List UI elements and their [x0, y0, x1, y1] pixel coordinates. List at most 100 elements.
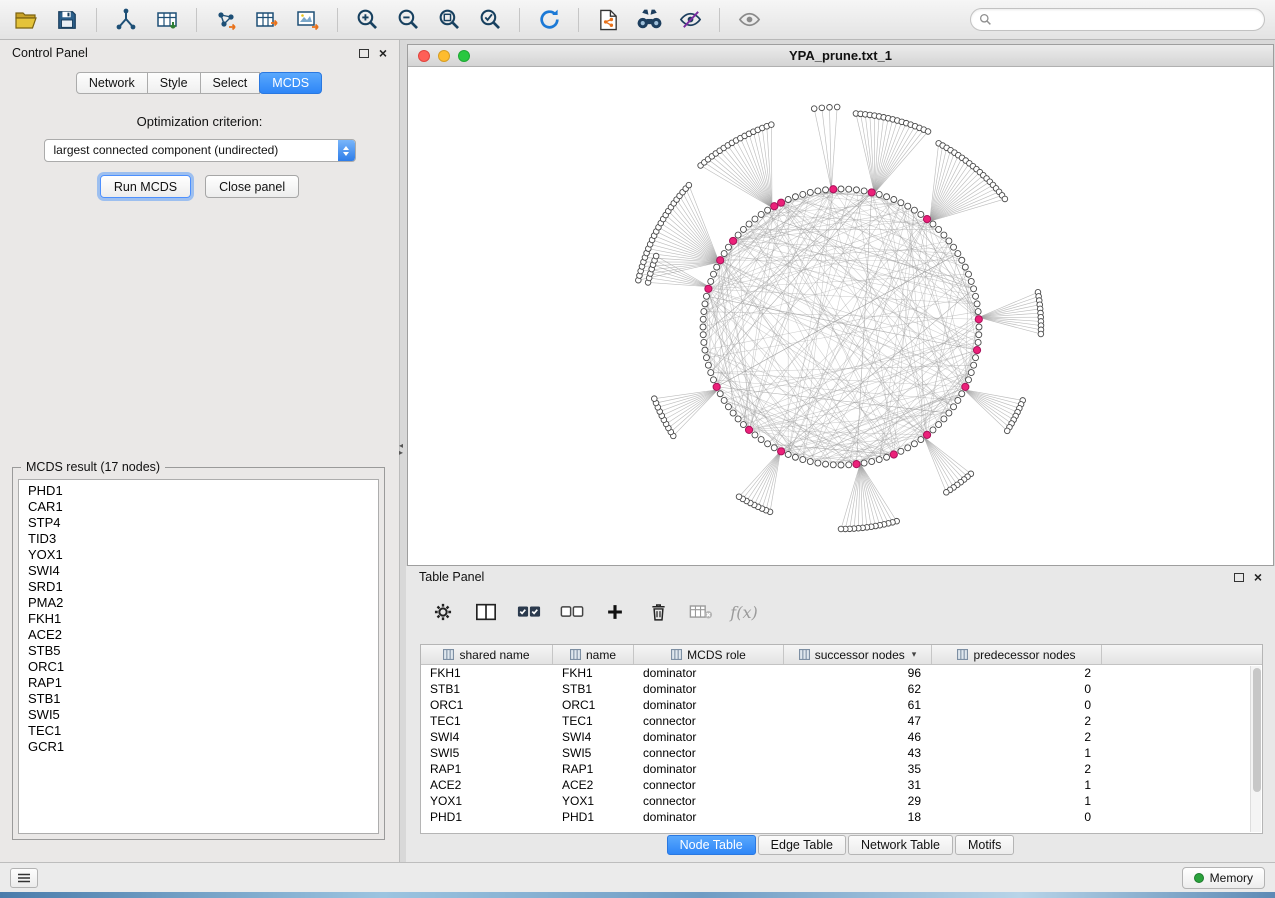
- refresh-view-button[interactable]: [533, 5, 565, 35]
- tab-style[interactable]: Style: [147, 72, 201, 94]
- table-settings-button[interactable]: [428, 597, 458, 627]
- table-cell: FKH1: [553, 665, 634, 681]
- mcds-result-item[interactable]: SRD1: [19, 579, 378, 595]
- zoom-out-button[interactable]: [392, 5, 424, 35]
- global-search-field[interactable]: [970, 8, 1265, 31]
- table-row[interactable]: PHD1PHD1dominator180: [421, 809, 1262, 825]
- table-row[interactable]: YOX1YOX1connector291: [421, 793, 1262, 809]
- network-graph[interactable]: [408, 67, 1273, 565]
- network-window-titlebar[interactable]: YPA_prune.txt_1: [408, 45, 1273, 67]
- create-column-button[interactable]: [600, 597, 630, 627]
- column-header-successor-nodes[interactable]: successor nodes ▾: [784, 645, 932, 664]
- import-table-button[interactable]: [151, 5, 183, 35]
- splitter-collapse-icon[interactable]: ◂▸: [399, 442, 403, 456]
- tab-node-table[interactable]: Node Table: [667, 835, 756, 855]
- table-cell-filler: [1102, 793, 1262, 809]
- search-input[interactable]: [997, 13, 1256, 27]
- window-controls: [418, 50, 470, 62]
- run-mcds-button[interactable]: Run MCDS: [100, 175, 191, 198]
- node-table-body: FKH1FKH1dominator962STB1STB1dominator620…: [421, 665, 1262, 825]
- export-table-button[interactable]: [251, 5, 283, 35]
- column-header-mcds-role[interactable]: MCDS role: [634, 645, 784, 664]
- deselect-all-rows-button[interactable]: [557, 597, 587, 627]
- mcds-result-item[interactable]: ACE2: [19, 627, 378, 643]
- close-table-panel-icon[interactable]: ×: [1254, 572, 1262, 582]
- table-row[interactable]: FKH1FKH1dominator962: [421, 665, 1262, 681]
- mcds-result-item[interactable]: STP4: [19, 515, 378, 531]
- import-network-button[interactable]: [110, 5, 142, 35]
- float-panel-icon[interactable]: [359, 49, 369, 58]
- function-builder-button[interactable]: f(x): [729, 597, 759, 627]
- mcds-result-item[interactable]: PHD1: [19, 483, 378, 499]
- zoom-fit-icon: [437, 7, 462, 32]
- table-row[interactable]: SWI5SWI5connector431: [421, 745, 1262, 761]
- mcds-result-item[interactable]: TEC1: [19, 723, 378, 739]
- mcds-result-item[interactable]: SWI5: [19, 707, 378, 723]
- dropdown-selected-value: largest connected component (undirected): [54, 143, 279, 157]
- tab-mcds[interactable]: MCDS: [259, 72, 322, 94]
- table-row[interactable]: RAP1RAP1dominator352: [421, 761, 1262, 777]
- close-panel-icon[interactable]: ×: [379, 48, 387, 58]
- table-cell-filler: [1102, 777, 1262, 793]
- zoom-selected-button[interactable]: [474, 5, 506, 35]
- zoom-in-button[interactable]: [351, 5, 383, 35]
- table-row[interactable]: STB1STB1dominator620: [421, 681, 1262, 697]
- table-row[interactable]: SWI4SWI4dominator462: [421, 729, 1262, 745]
- select-all-rows-button[interactable]: [514, 597, 544, 627]
- maximize-window-icon[interactable]: [458, 50, 470, 62]
- delete-column-button[interactable]: [643, 597, 673, 627]
- table-cell: 29: [784, 793, 932, 809]
- column-header-predecessor-nodes[interactable]: predecessor nodes: [932, 645, 1102, 664]
- mcds-result-item[interactable]: ORC1: [19, 659, 378, 675]
- tab-network[interactable]: Network: [76, 72, 148, 94]
- search-network-button[interactable]: [633, 5, 665, 35]
- mcds-result-item[interactable]: CAR1: [19, 499, 378, 515]
- mcds-result-item[interactable]: SWI4: [19, 563, 378, 579]
- open-session-button[interactable]: [10, 5, 42, 35]
- eye-button[interactable]: [733, 5, 765, 35]
- table-row[interactable]: ACE2ACE2connector311: [421, 777, 1262, 793]
- status-menu-button[interactable]: [10, 868, 38, 888]
- mcds-result-list[interactable]: PHD1CAR1STP4TID3YOX1SWI4SRD1PMA2FKH1ACE2…: [18, 479, 379, 834]
- float-table-panel-icon[interactable]: [1234, 573, 1244, 582]
- toolbar-separator: [519, 8, 520, 32]
- tab-select[interactable]: Select: [200, 72, 261, 94]
- table-cell: YOX1: [553, 793, 634, 809]
- share-network-file-button[interactable]: [592, 5, 624, 35]
- node-table-header-row: shared name name MCDS role successor nod…: [421, 645, 1262, 665]
- tab-edge-table[interactable]: Edge Table: [758, 835, 846, 855]
- mcds-result-item[interactable]: STB5: [19, 643, 378, 659]
- tab-motifs[interactable]: Motifs: [955, 835, 1014, 855]
- memory-button[interactable]: Memory: [1182, 867, 1265, 889]
- close-window-icon[interactable]: [418, 50, 430, 62]
- export-network-button[interactable]: [210, 5, 242, 35]
- mcds-result-item[interactable]: RAP1: [19, 675, 378, 691]
- show-hide-graphics-details-button[interactable]: [674, 5, 706, 35]
- mcds-result-item[interactable]: YOX1: [19, 547, 378, 563]
- export-image-button[interactable]: [292, 5, 324, 35]
- table-row[interactable]: ORC1ORC1dominator610: [421, 697, 1262, 713]
- table-scrollbar[interactable]: [1250, 666, 1261, 832]
- delete-table-button[interactable]: [686, 597, 716, 627]
- scrollbar-thumb[interactable]: [1253, 668, 1261, 792]
- mcds-result-item[interactable]: TID3: [19, 531, 378, 547]
- close-panel-button[interactable]: Close panel: [205, 175, 299, 198]
- zoom-selected-icon: [478, 7, 503, 32]
- mcds-result-item[interactable]: GCR1: [19, 739, 378, 755]
- save-session-button[interactable]: [51, 5, 83, 35]
- minimize-window-icon[interactable]: [438, 50, 450, 62]
- column-header-name[interactable]: name: [553, 645, 634, 664]
- eye-edit-icon: [678, 8, 703, 31]
- column-header-shared-name[interactable]: shared name: [421, 645, 553, 664]
- table-cell-filler: [1102, 729, 1262, 745]
- zoom-fit-button[interactable]: [433, 5, 465, 35]
- mcds-result-item[interactable]: STB1: [19, 691, 378, 707]
- table-cell: 0: [932, 681, 1102, 697]
- network-canvas[interactable]: [408, 67, 1273, 565]
- mcds-result-item[interactable]: PMA2: [19, 595, 378, 611]
- mcds-result-item[interactable]: FKH1: [19, 611, 378, 627]
- optimization-criterion-dropdown[interactable]: largest connected component (undirected): [44, 139, 356, 162]
- table-row[interactable]: TEC1TEC1connector472: [421, 713, 1262, 729]
- tab-network-table[interactable]: Network Table: [848, 835, 953, 855]
- show-columns-button[interactable]: [471, 597, 501, 627]
